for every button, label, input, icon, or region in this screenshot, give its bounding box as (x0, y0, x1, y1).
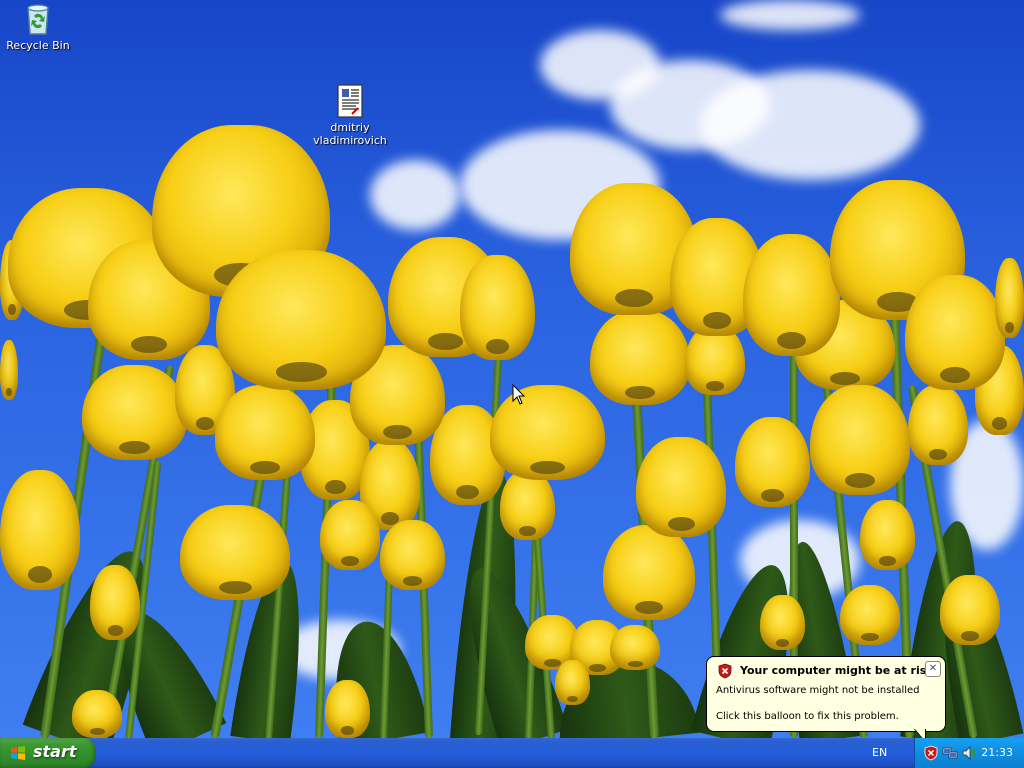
tulip-flower (0, 470, 80, 590)
recycle-bin-label: Recycle Bin (6, 39, 70, 52)
security-shield-icon (717, 663, 733, 679)
tulip-flower (810, 385, 910, 495)
balloon-title: Your computer might be at risk (740, 664, 934, 677)
cloud (370, 160, 460, 230)
security-alert-shield-icon[interactable] (923, 745, 939, 761)
tulip-flower (320, 500, 380, 570)
document-label: dmitriy vladimirovich (313, 121, 387, 147)
tulip-flower (905, 275, 1005, 390)
tulip-flower (0, 340, 18, 400)
cloud (720, 0, 860, 30)
tulip-flower (180, 505, 290, 600)
tulip-flower (603, 525, 695, 620)
start-button[interactable]: start (0, 738, 96, 768)
document-icon (336, 84, 364, 118)
clock[interactable]: 21:33 (981, 746, 1013, 759)
document-shortcut[interactable]: dmitriy vladimirovich (310, 84, 390, 147)
network-icon[interactable] (942, 745, 958, 761)
tulip-flower (860, 500, 915, 570)
tulip-flower (995, 258, 1024, 338)
tulip-flower (82, 365, 187, 460)
tulip-flower (908, 385, 968, 465)
balloon-message: Antivirus software might not be installe… (716, 685, 920, 696)
tulip-flower (840, 585, 900, 645)
windows-logo-icon (10, 745, 26, 761)
close-icon[interactable]: ✕ (925, 661, 941, 677)
tulip-flower (72, 690, 122, 738)
language-indicator[interactable]: EN (872, 746, 887, 759)
tulip-flower (380, 520, 445, 590)
balloon-action-text[interactable]: Click this balloon to fix this problem. (716, 711, 899, 722)
tulip-flower (90, 565, 140, 640)
tulip-flower (215, 385, 315, 480)
tulip-flower (610, 625, 660, 670)
tulip-flower (500, 470, 555, 540)
volume-icon[interactable] (961, 745, 977, 761)
tulip-flower (636, 437, 726, 537)
tulip-flower (460, 255, 535, 360)
tulip-flower (940, 575, 1000, 645)
tulip-flower (325, 680, 370, 738)
tulip-flower (735, 417, 810, 507)
recycle-bin-icon (22, 2, 54, 36)
cloud (700, 70, 920, 180)
tulip-flower (555, 660, 590, 705)
recycle-bin-shortcut[interactable]: Recycle Bin (0, 2, 78, 52)
taskbar[interactable]: start EN 21:33 (0, 738, 1024, 768)
start-label: start (33, 742, 77, 761)
tulip-flower (216, 250, 386, 390)
system-tray: 21:33 (914, 738, 1024, 768)
tulip-flower (743, 234, 840, 356)
security-balloon[interactable]: Your computer might be at risk ✕ Antivir… (706, 656, 946, 732)
tulip-flower (760, 595, 805, 650)
mouse-cursor-icon (512, 383, 526, 406)
tulip-flower (490, 385, 605, 480)
tulip-flower (590, 310, 690, 405)
desktop[interactable]: Recycle Bin dmitriy vladimirovich (0, 0, 1024, 738)
